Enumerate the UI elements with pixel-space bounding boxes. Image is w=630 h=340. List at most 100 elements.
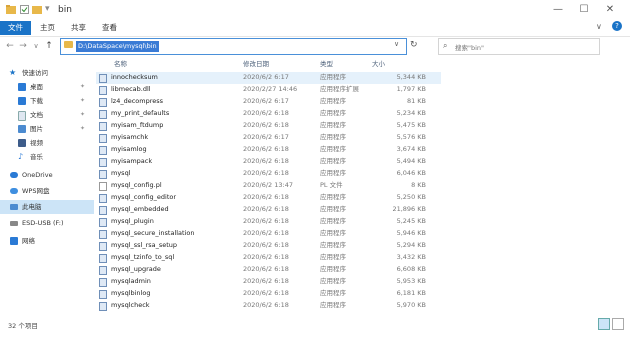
tab-file[interactable]: 文件 [0,21,31,35]
table-row[interactable]: mysqladmin 2020/6/2 6:18 应用程序 5,953 KB [96,276,441,288]
table-row[interactable]: myisamlog 2020/6/2 6:18 应用程序 3,674 KB [96,144,441,156]
exe-file-icon [99,230,107,239]
tab-view[interactable]: 查看 [94,21,125,35]
app-folder-icon [6,5,16,17]
maximize-button[interactable]: ☐ [574,3,594,17]
file-name: mysqlcheck [111,301,150,309]
table-row[interactable]: mysql_upgrade 2020/6/2 6:18 应用程序 6,608 KB [96,264,441,276]
file-name: mysql_plugin [111,217,154,225]
expand-ribbon-chevron-icon[interactable]: ∨ [596,22,602,31]
minimize-button[interactable]: — [548,3,568,17]
file-type: 应用程序扩展 [320,85,359,93]
sidebar-item-wps-cloud[interactable]: WPS网盘 [0,184,94,198]
table-row[interactable]: myisam_ftdump 2020/6/2 6:18 应用程序 5,475 KB [96,120,441,132]
file-name: myisamchk [111,133,149,141]
file-size: 21,896 KB [392,205,426,213]
sidebar-item-downloads[interactable]: 下载 ✦ [0,94,94,108]
customize-toolbar-chevron-icon[interactable]: ▾ [45,4,50,14]
file-list: 名称 修改日期 类型 大小 innochecksum 2020/6/2 6:17 应… [96,58,441,316]
table-row[interactable]: innochecksum 2020/6/2 6:17 应用程序 5,344 KB [96,72,441,84]
computer-icon [10,204,18,210]
file-date: 2020/6/2 6:17 [243,73,289,81]
file-size: 3,674 KB [396,145,426,153]
table-row[interactable]: mysql_secure_installation 2020/6/2 6:18 应用… [96,228,441,240]
table-row[interactable]: myisampack 2020/6/2 6:18 应用程序 5,494 KB [96,156,441,168]
tab-home[interactable]: 主页 [32,21,63,35]
sidebar-item-network[interactable]: 网络 [0,234,94,248]
window-title: bin [58,5,72,15]
quick-access-folder-icon[interactable] [32,5,42,17]
table-row[interactable]: mysqlbinlog 2020/6/2 6:18 应用程序 6,181 KB [96,288,441,300]
exe-file-icon [99,242,107,251]
table-row[interactable]: mysql_embedded 2020/6/2 6:18 应用程序 21,896 KB [96,204,441,216]
file-type: 应用程序 [320,301,346,309]
navigation-bar: ← → ∨ ↑ D:\DataSpace\mysql\bin ∨ ↻ ⌕ 搜索"… [0,36,630,56]
pin-icon[interactable]: ✦ [80,80,85,94]
up-button[interactable]: ↑ [43,39,55,53]
sidebar-item-desktop[interactable]: 桌面 ✦ [0,80,94,94]
address-bar[interactable]: D:\DataSpace\mysql\bin ∨ [60,38,407,55]
refresh-icon[interactable]: ↻ [410,40,418,50]
table-row[interactable]: libmecab.dll 2020/2/27 14:46 应用程序扩展 1,797 K… [96,84,441,96]
quick-access-check-icon[interactable] [20,5,29,17]
sidebar-item-music[interactable]: ♪ 音乐 [0,150,94,164]
search-box[interactable]: ⌕ 搜索"bin" [438,38,600,55]
table-row[interactable]: my_print_defaults 2020/6/2 6:18 应用程序 5,234 … [96,108,441,120]
file-name: libmecab.dll [111,85,151,93]
file-name: mysql [111,169,131,177]
sidebar-item-usb-drive[interactable]: ESD-USB (F:) [0,216,94,230]
sidebar-item-documents[interactable]: 文档 ✦ [0,108,94,122]
file-date: 2020/6/2 6:18 [243,217,289,225]
file-date: 2020/6/2 6:18 [243,145,289,153]
recent-locations-button[interactable]: ∨ [30,39,42,53]
pin-icon[interactable]: ✦ [80,108,85,122]
download-icon [18,97,26,105]
sidebar-item-videos[interactable]: 视频 [0,136,94,150]
sidebar-item-pictures[interactable]: 图片 ✦ [0,122,94,136]
file-name: myisam_ftdump [111,121,164,129]
help-icon[interactable]: ? [612,21,622,31]
tab-share[interactable]: 共享 [63,21,94,35]
file-type: 应用程序 [320,217,346,225]
back-button[interactable]: ← [4,39,16,53]
column-header-name[interactable]: 名称 [114,58,127,70]
file-name: innochecksum [111,73,158,81]
close-button[interactable]: ✕ [600,3,620,17]
address-path[interactable]: D:\DataSpace\mysql\bin [76,41,159,52]
table-row[interactable]: mysql_ssl_rsa_setup 2020/6/2 6:18 应用程序 5,29… [96,240,441,252]
table-row[interactable]: mysql_config.pl 2020/6/2 13:47 PL 文件 8 KB [96,180,441,192]
file-date: 2020/6/2 6:18 [243,289,289,297]
table-row[interactable]: mysql_config_editor 2020/6/2 6:18 应用程序 5,25… [96,192,441,204]
sidebar-item-quick-access[interactable]: ★ 快速访问 [0,66,94,80]
pl-file-icon [99,182,107,191]
file-date: 2020/6/2 6:18 [243,205,289,213]
table-row[interactable]: mysql 2020/6/2 6:18 应用程序 6,046 KB [96,168,441,180]
table-row[interactable]: mysql_plugin 2020/6/2 6:18 应用程序 5,245 KB [96,216,441,228]
table-row[interactable]: mysqlcheck 2020/6/2 6:18 应用程序 5,970 KB [96,300,441,312]
file-type: 应用程序 [320,265,346,273]
file-name: mysql_tzinfo_to_sql [111,253,175,261]
column-header-size[interactable]: 大小 [372,58,385,70]
file-date: 2020/6/2 6:18 [243,169,289,177]
pin-icon[interactable]: ✦ [80,94,85,108]
table-row[interactable]: lz4_decompress 2020/6/2 6:17 应用程序 81 KB [96,96,441,108]
exe-file-icon [99,134,107,143]
wps-cloud-icon [10,188,18,194]
file-size: 3,432 KB [396,253,426,261]
cloud-icon [10,172,18,178]
pin-icon[interactable]: ✦ [80,122,85,136]
column-header-date[interactable]: 修改日期 [243,58,269,70]
file-type: 应用程序 [320,193,346,201]
details-view-icon[interactable] [598,318,610,330]
forward-button[interactable]: → [17,39,29,53]
column-header-type[interactable]: 类型 [320,58,333,70]
table-row[interactable]: myisamchk 2020/6/2 6:17 应用程序 5,576 KB [96,132,441,144]
sidebar-item-onedrive[interactable]: OneDrive [0,168,94,182]
address-dropdown-icon[interactable]: ∨ [394,40,399,48]
exe-file-icon [99,278,107,287]
address-folder-icon [64,41,73,48]
sidebar-item-this-pc[interactable]: 此电脑 [0,200,94,214]
large-icons-view-icon[interactable] [612,318,624,330]
table-row[interactable]: mysql_tzinfo_to_sql 2020/6/2 6:18 应用程序 3,43… [96,252,441,264]
file-type: 应用程序 [320,157,346,165]
